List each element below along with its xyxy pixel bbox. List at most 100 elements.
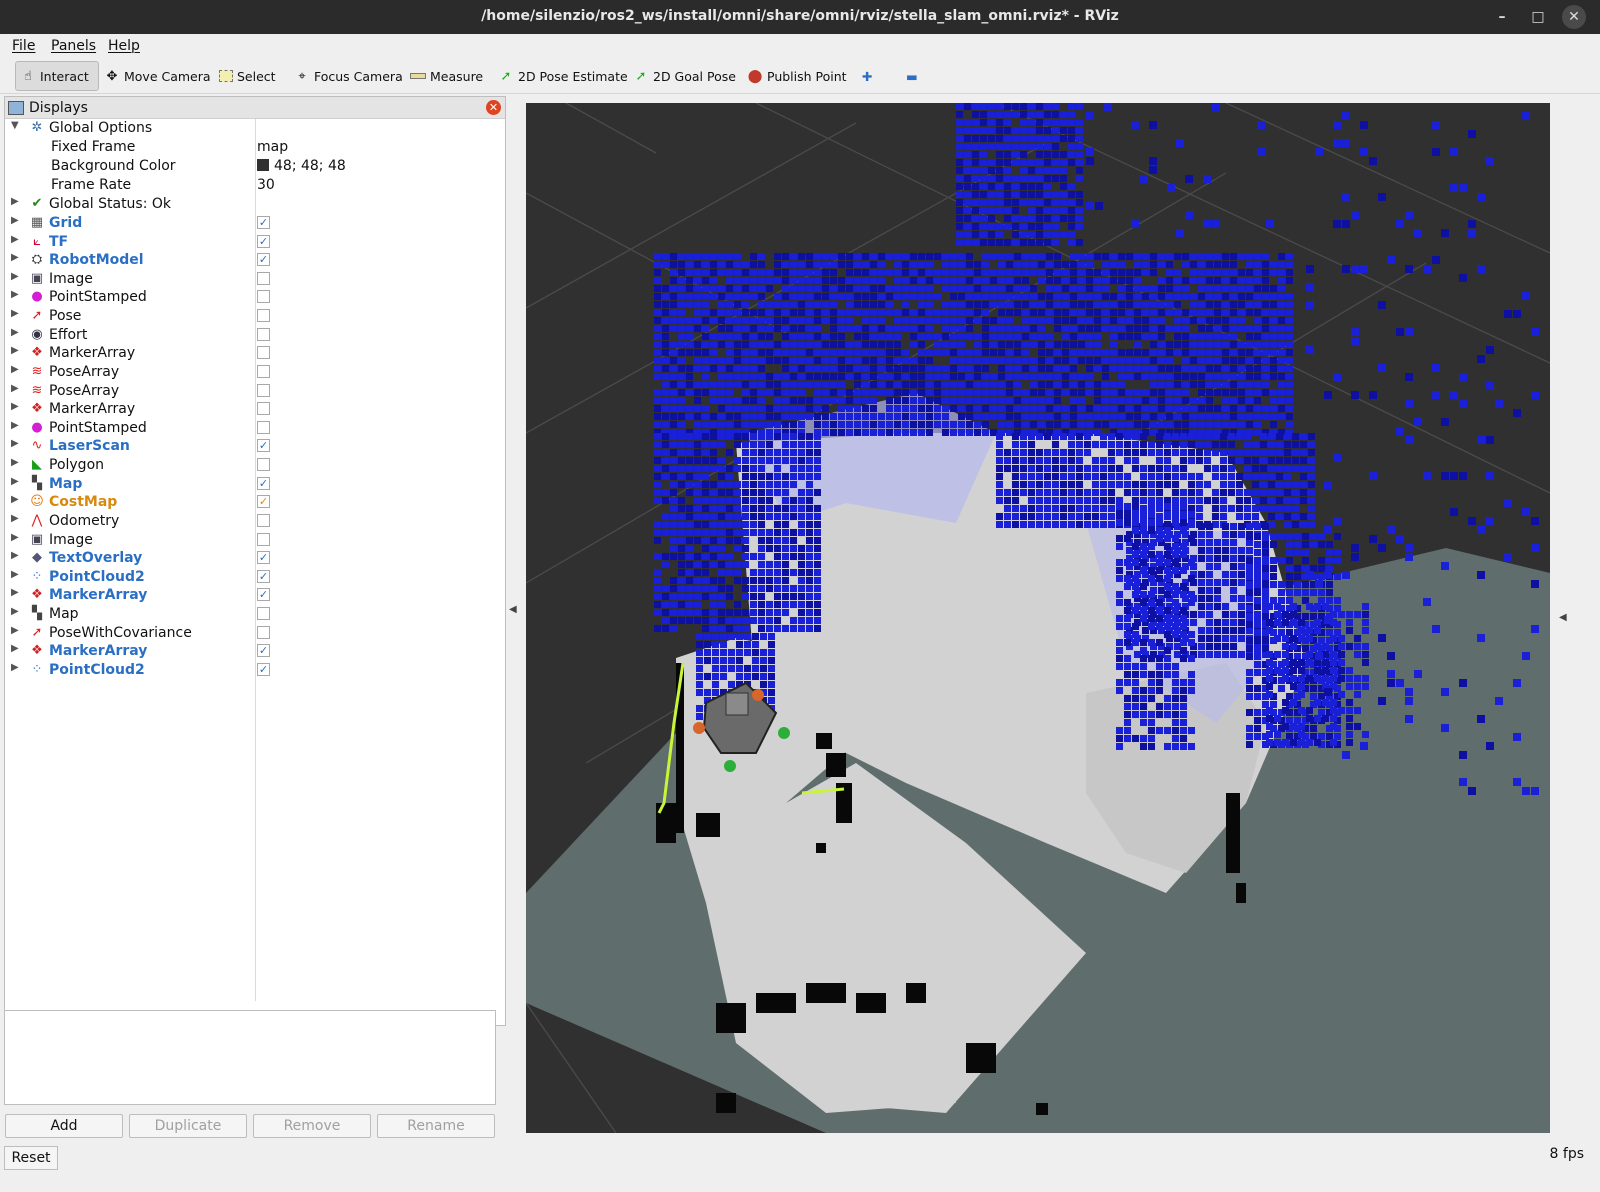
enabled-checkbox[interactable]: ✓ — [257, 476, 270, 490]
render-viewport[interactable] — [526, 103, 1550, 1133]
global-status-row[interactable]: ▶ ✔ Global Status: Ok — [5, 195, 505, 214]
display-item[interactable]: ▶ ◉ Effort — [5, 326, 505, 345]
enabled-checkbox[interactable] — [257, 513, 270, 527]
display-item[interactable]: ▶ ▦ Grid ✓ — [5, 214, 505, 233]
expand-arrow-icon[interactable]: ▶ — [11, 643, 19, 654]
display-item[interactable]: ▶ ● PointStamped — [5, 288, 505, 307]
display-item[interactable]: ▶ ⁘ PointCloud2 ✓ — [5, 568, 505, 587]
display-item[interactable]: ▶ ⟀ TF ✓ — [5, 233, 505, 252]
menu-help[interactable]: Help — [108, 38, 140, 54]
duplicate-button[interactable]: Duplicate — [129, 1114, 247, 1138]
enabled-checkbox[interactable] — [257, 458, 270, 472]
expand-arrow-icon[interactable]: ▶ — [11, 494, 19, 505]
display-item[interactable]: ▶ ▚ Map — [5, 605, 505, 624]
focus-camera-tool[interactable]: ⌖ Focus Camera — [290, 61, 407, 91]
display-item[interactable]: ▶ ◣ Polygon — [5, 456, 505, 475]
fixed-frame-value[interactable]: map — [257, 139, 288, 155]
close-icon[interactable]: ✕ — [1562, 5, 1586, 29]
display-item[interactable]: ▶ ❖ MarkerArray — [5, 344, 505, 363]
expand-arrow-icon[interactable]: ▶ — [11, 289, 19, 300]
frame-rate-value[interactable]: 30 — [257, 177, 275, 193]
expand-arrow-icon[interactable]: ▶ — [11, 252, 19, 263]
collapse-left-icon[interactable]: ◀ — [509, 604, 517, 615]
expand-arrow-icon[interactable]: ▶ — [11, 364, 19, 375]
interact-tool[interactable]: ☝ Interact — [15, 61, 99, 91]
enabled-checkbox[interactable] — [257, 309, 270, 323]
fixed-frame-row[interactable]: Fixed Frame map — [5, 138, 505, 157]
select-tool[interactable]: Select — [215, 61, 280, 91]
goal-pose-tool[interactable]: ➚ 2D Goal Pose — [629, 61, 740, 91]
expand-arrow-icon[interactable]: ▶ — [11, 587, 19, 598]
display-item[interactable]: ▶ ◆ TextOverlay ✓ — [5, 549, 505, 568]
remove-tool-icon[interactable]: ▬ — [902, 61, 922, 91]
enabled-checkbox[interactable]: ✓ — [257, 662, 270, 676]
enabled-checkbox[interactable] — [257, 625, 270, 639]
measure-tool[interactable]: Measure — [406, 61, 487, 91]
display-item[interactable]: ▶ ▚ Map ✓ — [5, 475, 505, 494]
remove-button[interactable]: Remove — [253, 1114, 371, 1138]
display-item[interactable]: ▶ ≋ PoseArray — [5, 363, 505, 382]
expand-arrow-icon[interactable]: ▶ — [11, 383, 19, 394]
expand-arrow-icon[interactable]: ▶ — [11, 420, 19, 431]
background-color-value[interactable]: 48; 48; 48 — [257, 158, 346, 174]
enabled-checkbox[interactable] — [257, 420, 270, 434]
expand-arrow-icon[interactable]: ▶ — [11, 513, 19, 524]
enabled-checkbox[interactable]: ✓ — [257, 216, 270, 229]
expand-arrow-icon[interactable]: ▶ — [11, 550, 19, 561]
global-options-row[interactable]: ▼ ✲ Global Options — [5, 119, 505, 138]
enabled-checkbox[interactable] — [257, 607, 270, 621]
reset-button[interactable]: Reset — [4, 1146, 58, 1170]
display-item[interactable]: ▶ ▣ Image — [5, 531, 505, 550]
enabled-checkbox[interactable]: ✓ — [257, 253, 270, 267]
background-color-row[interactable]: Background Color 48; 48; 48 — [5, 157, 505, 176]
menu-file[interactable]: File — [12, 38, 35, 54]
menu-panels[interactable]: Panels — [51, 38, 96, 54]
move-camera-tool[interactable]: ✥ Move Camera — [100, 61, 215, 91]
enabled-checkbox[interactable]: ✓ — [257, 551, 270, 565]
enabled-checkbox[interactable] — [257, 383, 270, 397]
panel-splitter[interactable]: ◀ — [506, 96, 522, 1142]
expand-arrow-icon[interactable]: ▶ — [11, 569, 19, 580]
pose-estimate-tool[interactable]: ➚ 2D Pose Estimate — [494, 61, 632, 91]
expand-arrow-icon[interactable]: ▶ — [11, 345, 19, 356]
expand-arrow-icon[interactable]: ▶ — [11, 662, 19, 673]
expand-arrow-icon[interactable]: ▶ — [11, 438, 19, 449]
expand-arrow-icon[interactable]: ▶ — [11, 457, 19, 468]
publish-point-tool[interactable]: ⬤ Publish Point — [743, 61, 851, 91]
minimize-icon[interactable]: – — [1490, 5, 1514, 29]
display-item[interactable]: ▶ ⋀ Odometry — [5, 512, 505, 531]
display-item[interactable]: ▶ ➚ PoseWithCovariance — [5, 624, 505, 643]
enabled-checkbox[interactable]: ✓ — [257, 439, 270, 453]
panel-close-icon[interactable]: ✕ — [486, 100, 501, 115]
rename-button[interactable]: Rename — [377, 1114, 495, 1138]
enabled-checkbox[interactable] — [257, 271, 270, 285]
expand-arrow-icon[interactable]: ▶ — [11, 625, 19, 636]
expand-arrow-icon[interactable]: ▼ — [11, 120, 19, 131]
enabled-checkbox[interactable]: ✓ — [257, 569, 270, 583]
enabled-checkbox[interactable]: ✓ — [257, 588, 270, 602]
collapse-right-icon[interactable]: ◀ — [1559, 612, 1567, 623]
display-item[interactable]: ▶ ☺ CostMap ✓ — [5, 493, 505, 512]
enabled-checkbox[interactable] — [257, 290, 270, 304]
expand-arrow-icon[interactable]: ▶ — [11, 476, 19, 487]
display-item[interactable]: ▶ ∿ LaserScan ✓ — [5, 437, 505, 456]
enabled-checkbox[interactable] — [257, 402, 270, 416]
expand-arrow-icon[interactable]: ▶ — [11, 327, 19, 338]
display-item[interactable]: ▶ ➚ Pose — [5, 307, 505, 326]
expand-arrow-icon[interactable]: ▶ — [11, 606, 19, 617]
display-item[interactable]: ▶ ❖ MarkerArray — [5, 400, 505, 419]
add-button[interactable]: Add — [5, 1114, 123, 1138]
expand-arrow-icon[interactable]: ▶ — [11, 196, 19, 207]
enabled-checkbox[interactable] — [257, 364, 270, 378]
expand-arrow-icon[interactable]: ▶ — [11, 401, 19, 412]
add-tool-icon[interactable]: ✚ — [858, 61, 876, 91]
enabled-checkbox[interactable]: ✓ — [257, 234, 270, 248]
display-item[interactable]: ▶ ⛭ RobotModel ✓ — [5, 251, 505, 270]
enabled-checkbox[interactable]: ✓ — [257, 495, 270, 509]
display-item[interactable]: ▶ ⁘ PointCloud2 ✓ — [5, 661, 505, 680]
display-item[interactable]: ▶ ▣ Image — [5, 270, 505, 289]
display-item[interactable]: ▶ ≋ PoseArray — [5, 382, 505, 401]
display-item[interactable]: ▶ ❖ MarkerArray ✓ — [5, 642, 505, 661]
expand-arrow-icon[interactable]: ▶ — [11, 308, 19, 319]
frame-rate-row[interactable]: Frame Rate 30 — [5, 176, 505, 195]
